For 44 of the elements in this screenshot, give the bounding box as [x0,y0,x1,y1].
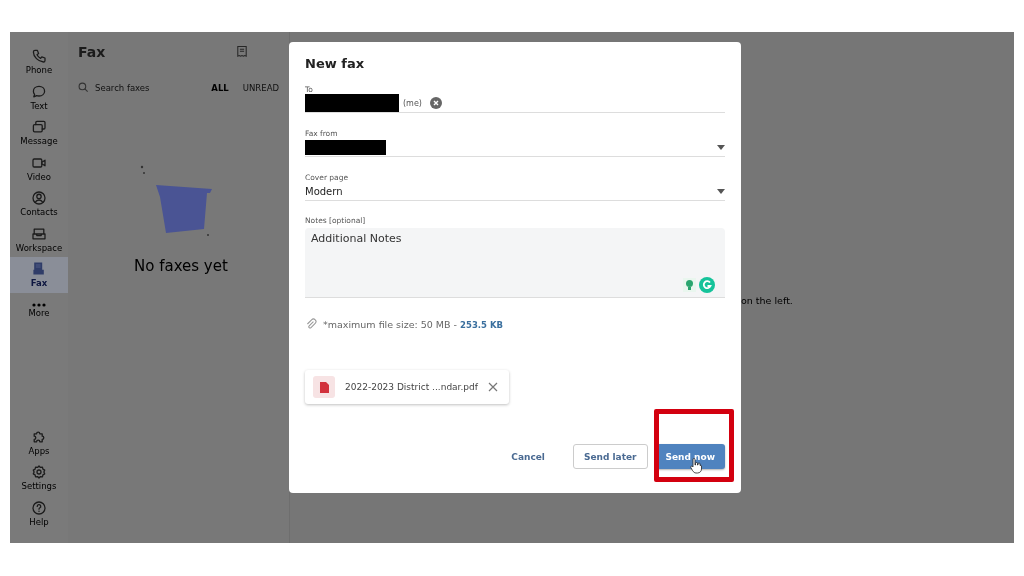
sidebar-item[interactable]: Settings [10,460,68,496]
recipient-suffix: (me) [403,98,422,108]
notes-field[interactable]: Additional Notes [305,228,725,298]
sidebar-item[interactable]: Contacts [10,186,68,222]
compose-fax-icon[interactable] [235,45,249,59]
lightbulb-icon[interactable] [683,278,696,292]
empty-state-message: No faxes yet [134,257,229,275]
pdf-file-icon [313,376,335,398]
more-dots-icon [32,302,46,307]
hint-text: on the left. [741,294,793,306]
sidebar-item[interactable]: Text [10,79,68,115]
sidebar-item[interactable]: Fax [10,257,68,293]
sidebar-item[interactable]: Workspace [10,221,68,257]
settings-icon [31,464,47,481]
chat-bubble-icon [31,83,47,100]
dropdown[interactable]: Modern [305,182,725,201]
dialog-button[interactable]: Send later [572,444,648,469]
sidebar-item[interactable]: Apps [10,424,68,460]
help-icon [31,499,47,516]
sidebar-item[interactable]: Message [10,115,68,151]
grammar-assistant-icon[interactable] [699,277,715,293]
cancel-link[interactable]: Cancel [501,444,555,469]
dialog-title: New fax [305,56,366,71]
sidebar-item[interactable]: Help [10,495,68,531]
fax-icon [31,261,47,278]
search-icon [78,82,89,93]
paperclip-icon[interactable] [305,318,317,330]
caret-icon [717,188,725,194]
contact-icon [31,190,47,207]
panel-title: Fax [78,44,106,60]
remove-recipient-icon[interactable] [429,97,442,109]
sidebar-item[interactable]: More [10,292,68,328]
hand-cursor-icon [689,458,702,474]
search-field[interactable]: Search faxes [95,82,206,93]
filter-tab[interactable]: ALL [211,82,229,93]
phone-icon [31,48,47,65]
file-size-note: *maximum file size: 50 MB - 253.5 KB [323,318,503,330]
close-icon[interactable] [487,382,498,392]
sidebar-item[interactable]: Video [10,150,68,186]
file-name: 2022-2023 District ...ndar.pdf [345,382,478,392]
sidebar-item[interactable]: Phone [10,44,68,80]
filter-tab[interactable]: UNREAD [242,82,279,93]
dropdown[interactable] [305,138,725,157]
caret-icon [717,144,725,150]
